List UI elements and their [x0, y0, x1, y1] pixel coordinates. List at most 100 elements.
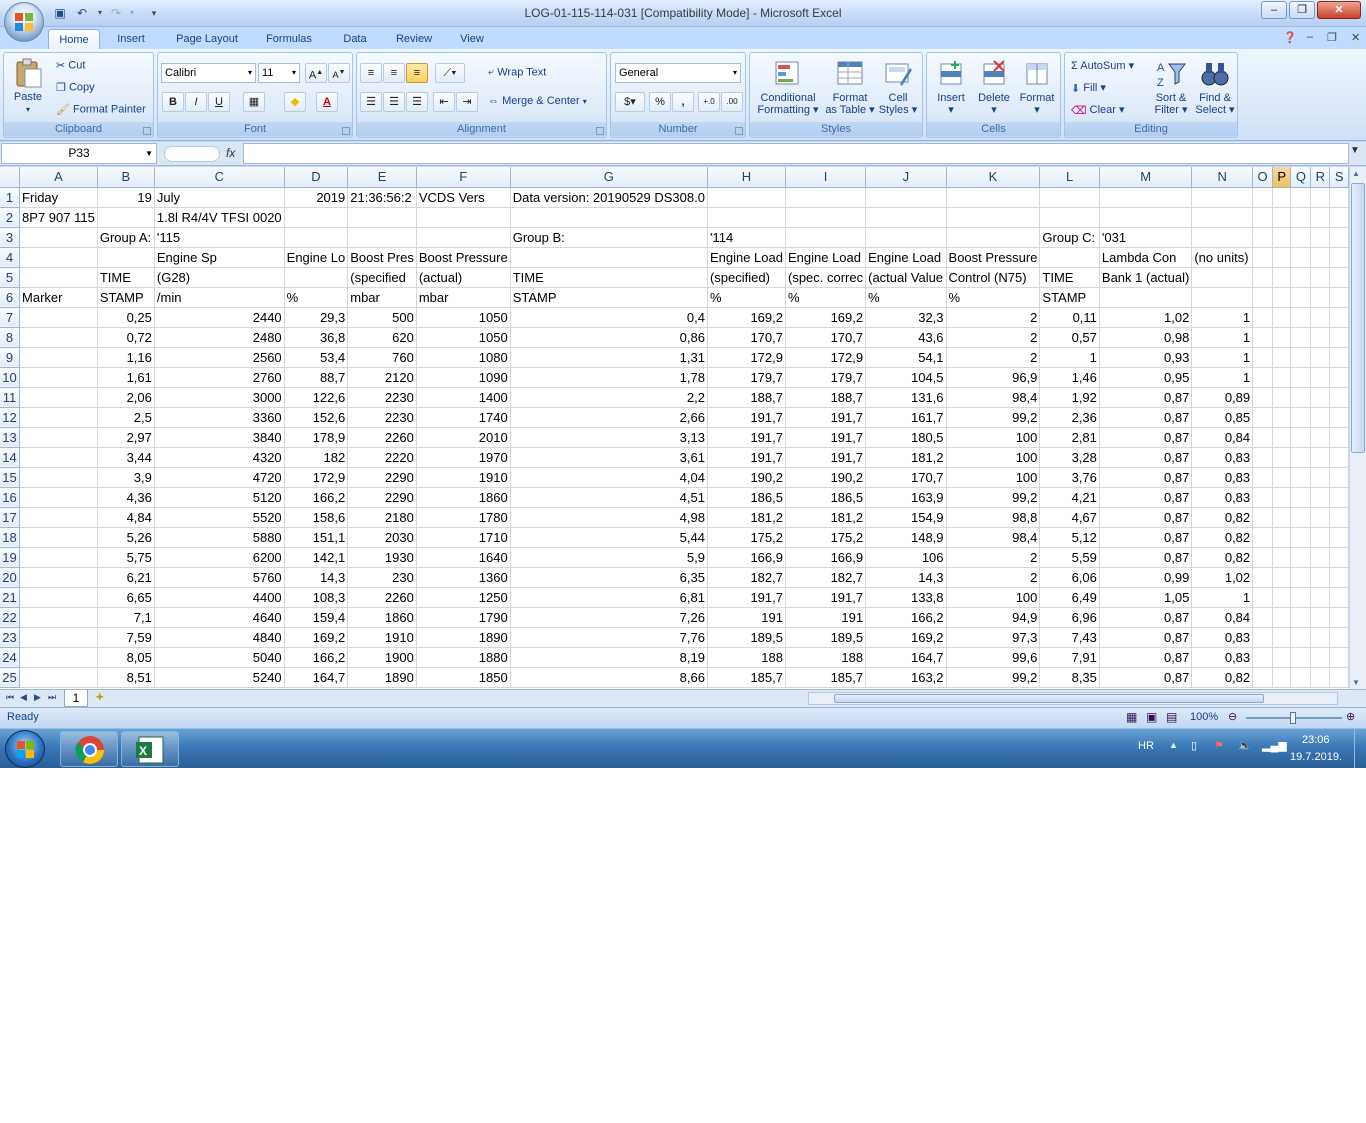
cell-i1[interactable]	[785, 187, 867, 208]
row-header[interactable]: 23	[0, 627, 21, 648]
worksheet-grid[interactable]: ABCDEFGHIJKLMNOPQRS 1 Friday 19 July 2019 21:…	[0, 167, 1349, 689]
cell-f22[interactable]: 1790	[416, 607, 511, 628]
row-header[interactable]: 5	[0, 267, 21, 288]
cell-s23[interactable]	[1329, 627, 1349, 648]
cell-g15[interactable]: 4,04	[510, 467, 708, 488]
column-header-n[interactable]: N	[1191, 167, 1254, 188]
merge-center-button[interactable]: ⇔ Merge & Center ▾	[488, 95, 587, 107]
cell-n10[interactable]: 1	[1191, 367, 1254, 388]
cell-c13[interactable]: 3840	[154, 427, 285, 448]
cell-l6[interactable]: STAMP	[1039, 287, 1100, 308]
cell-m8[interactable]: 0,98	[1099, 327, 1193, 348]
cell-i10[interactable]: 179,7	[785, 367, 867, 388]
cell-d3[interactable]	[284, 227, 349, 248]
cell-n5[interactable]	[1191, 267, 1254, 288]
cell-j5[interactable]: (actual Value	[865, 267, 947, 288]
cell-g11[interactable]: 2,2	[510, 387, 708, 408]
column-header-s[interactable]: S	[1329, 167, 1349, 188]
cell-a23[interactable]	[19, 627, 98, 648]
cell-s5[interactable]	[1329, 267, 1349, 288]
cell-i6[interactable]: %	[785, 287, 867, 308]
cell-b13[interactable]: 2,97	[97, 427, 155, 448]
cell-o7[interactable]	[1252, 307, 1273, 328]
cut-button[interactable]: ✂ Cut	[56, 59, 85, 72]
cell-k20[interactable]: 2	[946, 567, 1041, 588]
cell-j13[interactable]: 180,5	[865, 427, 947, 448]
cell-o4[interactable]	[1252, 247, 1273, 268]
row-header[interactable]: 14	[0, 447, 21, 468]
cell-h21[interactable]: 191,7	[707, 587, 786, 608]
cell-b9[interactable]: 1,16	[97, 347, 155, 368]
cell-d9[interactable]: 53,4	[284, 347, 349, 368]
cell-r9[interactable]	[1310, 347, 1331, 368]
align-top-button[interactable]: ≡	[360, 63, 382, 83]
cell-o6[interactable]	[1252, 287, 1273, 308]
cell-n11[interactable]: 0,89	[1191, 387, 1254, 408]
close-button[interactable]: ✕	[1317, 1, 1361, 19]
cell-o25[interactable]	[1252, 667, 1273, 688]
cell-a9[interactable]	[19, 347, 98, 368]
cell-d5[interactable]	[284, 267, 349, 288]
formula-input[interactable]	[243, 143, 1349, 164]
cell-p13[interactable]	[1272, 427, 1292, 448]
cell-r2[interactable]	[1310, 207, 1331, 228]
cell-r20[interactable]	[1310, 567, 1331, 588]
cell-b4[interactable]	[97, 247, 155, 268]
row-header[interactable]: 17	[0, 507, 21, 528]
cell-j2[interactable]	[865, 207, 947, 228]
cell-p2[interactable]	[1272, 207, 1292, 228]
cell-b20[interactable]: 6,21	[97, 567, 155, 588]
cell-l15[interactable]: 3,76	[1039, 467, 1100, 488]
minimize-button[interactable]: –	[1261, 1, 1287, 19]
cell-e7[interactable]: 500	[347, 307, 417, 328]
cell-g23[interactable]: 7,76	[510, 627, 708, 648]
cell-o2[interactable]	[1252, 207, 1273, 228]
cell-n19[interactable]: 0,82	[1191, 547, 1254, 568]
cell-e3[interactable]	[347, 227, 417, 248]
cell-j24[interactable]: 164,7	[865, 647, 947, 668]
cell-c11[interactable]: 3000	[154, 387, 285, 408]
cell-r22[interactable]	[1310, 607, 1331, 628]
cell-k5[interactable]: Control (N75)	[946, 267, 1041, 288]
cell-r13[interactable]	[1310, 427, 1331, 448]
cell-c25[interactable]: 5240	[154, 667, 285, 688]
cell-o1[interactable]	[1252, 187, 1273, 208]
cell-c6[interactable]: /min	[154, 287, 285, 308]
next-sheet-icon[interactable]: ▶	[34, 692, 41, 703]
row-header[interactable]: 2	[0, 207, 21, 228]
cell-q19[interactable]	[1290, 547, 1312, 568]
align-right-button[interactable]: ☰	[406, 92, 428, 112]
cell-h1[interactable]	[707, 187, 786, 208]
row-header[interactable]: 1	[0, 187, 21, 208]
cell-r19[interactable]	[1310, 547, 1331, 568]
row-header[interactable]: 16	[0, 487, 21, 508]
select-all-corner[interactable]	[0, 167, 21, 188]
cell-n20[interactable]: 1,02	[1191, 567, 1254, 588]
cell-s3[interactable]	[1329, 227, 1349, 248]
horizontal-scroll-thumb[interactable]	[834, 694, 1264, 703]
cell-j14[interactable]: 181,2	[865, 447, 947, 468]
cell-e10[interactable]: 2120	[347, 367, 417, 388]
cell-q24[interactable]	[1290, 647, 1312, 668]
column-header-f[interactable]: F	[416, 167, 511, 188]
cell-i4[interactable]: Engine Load	[785, 247, 867, 268]
font-size-select[interactable]: 11 ▾	[258, 63, 300, 83]
cell-h9[interactable]: 172,9	[707, 347, 786, 368]
cell-q22[interactable]	[1290, 607, 1312, 628]
cell-o18[interactable]	[1252, 527, 1273, 548]
network-signal-icon[interactable]: ▂▄▆	[1262, 739, 1287, 752]
cell-m18[interactable]: 0,87	[1099, 527, 1193, 548]
cell-l17[interactable]: 4,67	[1039, 507, 1100, 528]
cell-j6[interactable]: %	[865, 287, 947, 308]
cell-o24[interactable]	[1252, 647, 1273, 668]
cell-n14[interactable]: 0,83	[1191, 447, 1254, 468]
cell-f23[interactable]: 1890	[416, 627, 511, 648]
cell-n7[interactable]: 1	[1191, 307, 1254, 328]
cell-e24[interactable]: 1900	[347, 647, 417, 668]
cell-o22[interactable]	[1252, 607, 1273, 628]
cell-c21[interactable]: 4400	[154, 587, 285, 608]
align-left-button[interactable]: ☰	[360, 92, 382, 112]
cell-b12[interactable]: 2,5	[97, 407, 155, 428]
row-header[interactable]: 12	[0, 407, 21, 428]
cell-s20[interactable]	[1329, 567, 1349, 588]
